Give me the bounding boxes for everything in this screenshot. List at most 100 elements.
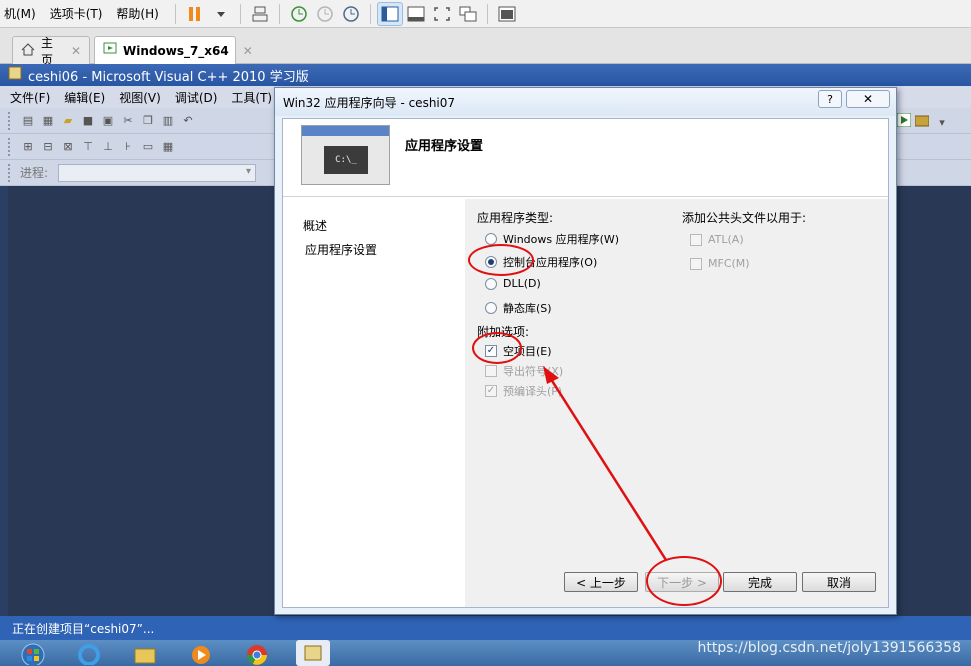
wizard-nav: 概述 应用程序设置 (295, 207, 463, 605)
tab-windows-7-x64[interactable]: Windows_7_x64 ✕ (94, 36, 253, 64)
undo-icon[interactable]: ↶ (180, 113, 196, 129)
toolbar-grip[interactable] (8, 111, 12, 130)
vs-menu-view[interactable]: 视图(V) (119, 89, 161, 106)
common-headers-label: 添加公共头文件以用于: (682, 211, 807, 225)
page-title: 应用程序设置 (405, 139, 484, 154)
tab-vm-label: Windows_7_x64 (123, 43, 229, 58)
radio-static-lib[interactable]: 静态库(S) (485, 300, 552, 316)
vs-titlebar: ceshi06 - Microsoft Visual C++ 2010 学习版 (0, 64, 971, 86)
console-view-icon[interactable] (494, 2, 520, 26)
chrome-icon[interactable] (240, 640, 274, 666)
snapshot-manager-icon[interactable] (338, 2, 364, 26)
vs-menu-file[interactable]: 文件(F) (10, 89, 50, 106)
toolbar-grip[interactable] (8, 163, 12, 182)
vmware-menu-help[interactable]: 帮助(H) (112, 0, 168, 28)
align-top-icon[interactable]: ⊤ (80, 139, 96, 155)
align-right-icon[interactable]: ⊠ (60, 139, 76, 155)
snapshot-take-icon[interactable] (286, 2, 312, 26)
file-explorer-icon[interactable] (128, 640, 162, 666)
vmware-menu-machine[interactable]: 机(M) (0, 0, 46, 28)
cancel-button[interactable]: 取消 (802, 572, 876, 592)
vmware-menu-tabs[interactable]: 选项卡(T) (46, 0, 113, 28)
wizard-body: C:\_ 应用程序设置 概述 应用程序设置 应用程序类型: Windows 应用… (282, 118, 889, 608)
tab-home[interactable]: 主页 ✕ (12, 36, 90, 67)
wizard-header: C:\_ 应用程序设置 (283, 119, 888, 197)
previous-button[interactable]: < 上一步 (564, 572, 638, 592)
checkbox-empty-project[interactable]: ✓ 空项目(E) (485, 343, 552, 359)
help-label: ? (827, 92, 833, 106)
save-all-icon[interactable]: ▣ (100, 113, 116, 129)
next-button: 下一步 > (645, 572, 719, 592)
thumbnail-bar-icon[interactable] (403, 2, 429, 26)
nav-item-app-settings[interactable]: 应用程序设置 (305, 241, 377, 258)
checkbox[interactable]: ✓ (485, 345, 497, 357)
radio-button[interactable] (485, 277, 497, 290)
toolbar-separator (369, 3, 371, 24)
media-player-icon[interactable] (184, 640, 218, 666)
radio-button[interactable] (485, 233, 497, 245)
new-project-icon[interactable]: ▤ (20, 113, 36, 129)
tab-home-label: 主页 (41, 35, 54, 67)
finish-button[interactable]: 完成 (723, 572, 797, 592)
pause-icon[interactable] (182, 2, 208, 26)
checkbox-empty-project-label: 空项目(E) (503, 345, 552, 358)
wizard-titlebar: Win32 应用程序向导 - ceshi07 (275, 88, 896, 116)
help-button[interactable]: ? (818, 90, 842, 108)
copy-icon[interactable]: ❐ (140, 113, 156, 129)
process-dropdown[interactable]: ▾ (58, 163, 257, 182)
unity-icon[interactable] (455, 2, 481, 26)
checkbox-precompiled-header-label: 预编译头(P) (503, 385, 563, 398)
radio-static-lib-label: 静态库(S) (503, 302, 552, 315)
toolbar-overflow-icon[interactable]: ▾ (934, 114, 950, 130)
radio-windows-app[interactable]: Windows 应用程序(W) (485, 231, 619, 247)
extra-options-label: 附加选项: (477, 325, 530, 339)
radio-button[interactable] (485, 256, 497, 268)
close-icon[interactable]: ✕ (71, 44, 81, 58)
close-icon[interactable]: ✕ (243, 44, 253, 58)
snapshot-revert-icon[interactable] (312, 2, 338, 26)
toolbar-grip[interactable] (8, 137, 12, 156)
radio-console-app[interactable]: 控制台应用程序(O) (485, 254, 597, 270)
run-icon[interactable] (896, 112, 912, 128)
send-ctrl-alt-del-icon[interactable] (247, 2, 273, 26)
align-bottom-icon[interactable]: ⊦ (120, 139, 136, 155)
internet-explorer-icon[interactable] (72, 640, 106, 666)
radio-button[interactable] (485, 302, 497, 314)
fullscreen-icon[interactable] (429, 2, 455, 26)
make-same-size-icon[interactable]: ▭ (140, 139, 156, 155)
toolbox-icon[interactable] (914, 112, 930, 128)
wizard-title: Win32 应用程序向导 - ceshi07 (283, 95, 456, 110)
radio-windows-app-label: Windows 应用程序(W) (503, 233, 620, 246)
vs-menu-debug[interactable]: 调试(D) (175, 89, 218, 106)
toolbar-separator (174, 3, 176, 24)
paste-icon[interactable]: ▥ (160, 113, 176, 129)
radio-dll[interactable]: DLL(D) (485, 277, 541, 290)
vs-menu-tools[interactable]: 工具(T) (231, 89, 272, 106)
start-button-icon[interactable] (16, 640, 50, 666)
add-item-icon[interactable]: ▦ (40, 113, 56, 129)
settings-content: 应用程序类型: Windows 应用程序(W) 控制台应用程序(O) DLL(D… (465, 199, 888, 607)
align-middle-icon[interactable]: ⊥ (100, 139, 116, 155)
vs-app-icon (8, 66, 22, 84)
nav-item-overview[interactable]: 概述 (303, 217, 327, 234)
checkbox (690, 257, 702, 270)
dropdown-arrow-icon[interactable] (208, 2, 234, 26)
vs-menu-edit[interactable]: 编辑(E) (64, 89, 105, 106)
vm-running-icon (103, 42, 117, 59)
visual-cpp-taskbar-icon[interactable] (296, 640, 330, 666)
close-button[interactable]: ✕ (846, 90, 890, 108)
cut-icon[interactable]: ✂ (120, 113, 136, 129)
align-left-icon[interactable]: ⊞ (20, 139, 36, 155)
checkbox: ✓ (485, 385, 497, 397)
radio-dll-label: DLL(D) (503, 277, 541, 290)
checkbox-atl-label: ATL(A) (708, 233, 744, 246)
align-center-icon[interactable]: ⊟ (40, 139, 56, 155)
vs-statusbar: 正在创建项目“ceshi07”... (0, 616, 971, 640)
checkbox-mfc: MFC(M) (690, 257, 750, 270)
open-folder-icon[interactable]: ▰ (60, 113, 76, 129)
show-library-icon[interactable] (376, 1, 403, 26)
win32-app-wizard-dialog: Win32 应用程序向导 - ceshi07 ? ✕ C:\_ 应用程序设置 概… (274, 87, 897, 615)
console-prompt-icon: C:\_ (324, 146, 368, 174)
grid-icon[interactable]: ▦ (160, 139, 176, 155)
save-icon[interactable]: ■ (80, 113, 96, 129)
